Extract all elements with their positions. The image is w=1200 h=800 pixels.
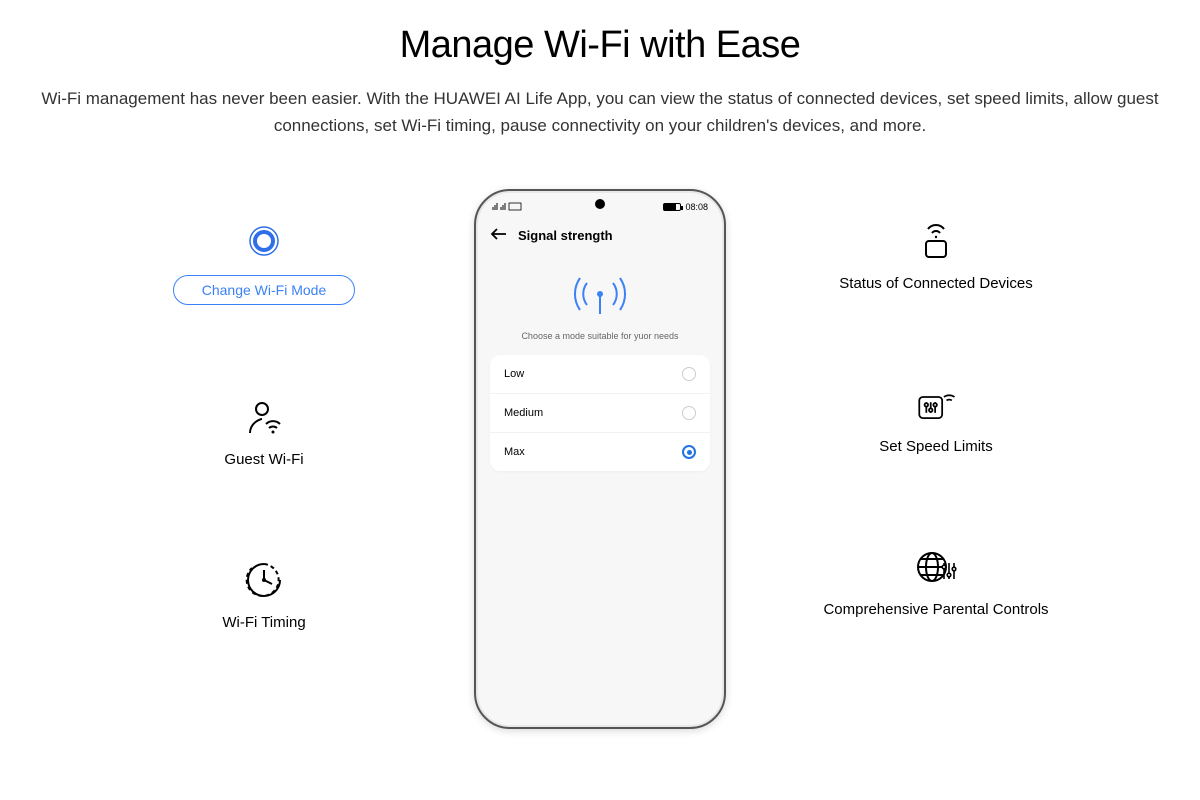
page-title: Manage Wi-Fi with Ease — [400, 24, 801, 67]
option-label: Medium — [504, 407, 543, 419]
feature-guest-wifi[interactable]: Guest Wi-Fi — [114, 395, 414, 468]
radio-unchecked-icon[interactable] — [682, 406, 696, 420]
page-subtitle: Wi-Fi management has never been easier. … — [0, 85, 1200, 139]
option-max[interactable]: Max — [490, 433, 710, 471]
sliders-icon — [914, 382, 958, 426]
option-medium[interactable]: Medium — [490, 394, 710, 433]
option-label: Max — [504, 446, 525, 458]
feature-connected-devices[interactable]: Status of Connected Devices — [786, 219, 1086, 292]
back-arrow-icon[interactable] — [490, 227, 508, 244]
statusbar-left-icons — [492, 201, 526, 213]
phone-screen-header: Signal strength — [476, 217, 724, 250]
phone-camera-notch — [595, 199, 605, 209]
router-status-icon — [914, 219, 958, 263]
feature-speed-limits[interactable]: Set Speed Limits — [786, 382, 1086, 455]
feature-label: Guest Wi-Fi — [224, 451, 303, 468]
globe-controls-icon — [914, 545, 958, 589]
guest-wifi-icon — [242, 395, 286, 439]
phone-prompt: Choose a mode suitable for yuor needs — [486, 331, 714, 341]
feature-change-wifi-mode[interactable]: Change Wi-Fi Mode — [114, 219, 414, 305]
features-row: Change Wi-Fi Mode Guest Wi-Fi — [0, 189, 1200, 729]
phone-mockup: 08:08 Signal strength — [474, 189, 726, 729]
feature-label: Wi-Fi Timing — [222, 614, 305, 631]
antenna-signal-icon — [486, 270, 714, 323]
feature-parental-controls[interactable]: Comprehensive Parental Controls — [786, 545, 1086, 618]
change-wifi-mode-button[interactable]: Change Wi-Fi Mode — [173, 275, 356, 305]
feature-label: Status of Connected Devices — [839, 275, 1032, 292]
left-column: Change Wi-Fi Mode Guest Wi-Fi — [114, 189, 414, 729]
option-label: Low — [504, 368, 524, 380]
feature-label: Comprehensive Parental Controls — [823, 601, 1048, 618]
feature-label: Set Speed Limits — [879, 438, 992, 455]
radio-unchecked-icon[interactable] — [682, 367, 696, 381]
radio-checked-icon[interactable] — [682, 445, 696, 459]
option-low[interactable]: Low — [490, 355, 710, 394]
feature-wifi-timing[interactable]: Wi-Fi Timing — [114, 558, 414, 631]
battery-icon — [663, 203, 681, 211]
phone-power-button — [725, 361, 726, 389]
right-column: Status of Connected Devices Set Speed Li… — [786, 189, 1086, 729]
timer-icon — [242, 558, 286, 602]
phone-screen-title: Signal strength — [518, 228, 613, 243]
phone-statusbar: 08:08 — [476, 191, 724, 217]
statusbar-time: 08:08 — [685, 202, 708, 212]
signal-options-card: Low Medium Max — [490, 355, 710, 471]
rings-icon — [242, 219, 286, 263]
phone-volume-button — [725, 301, 726, 349]
